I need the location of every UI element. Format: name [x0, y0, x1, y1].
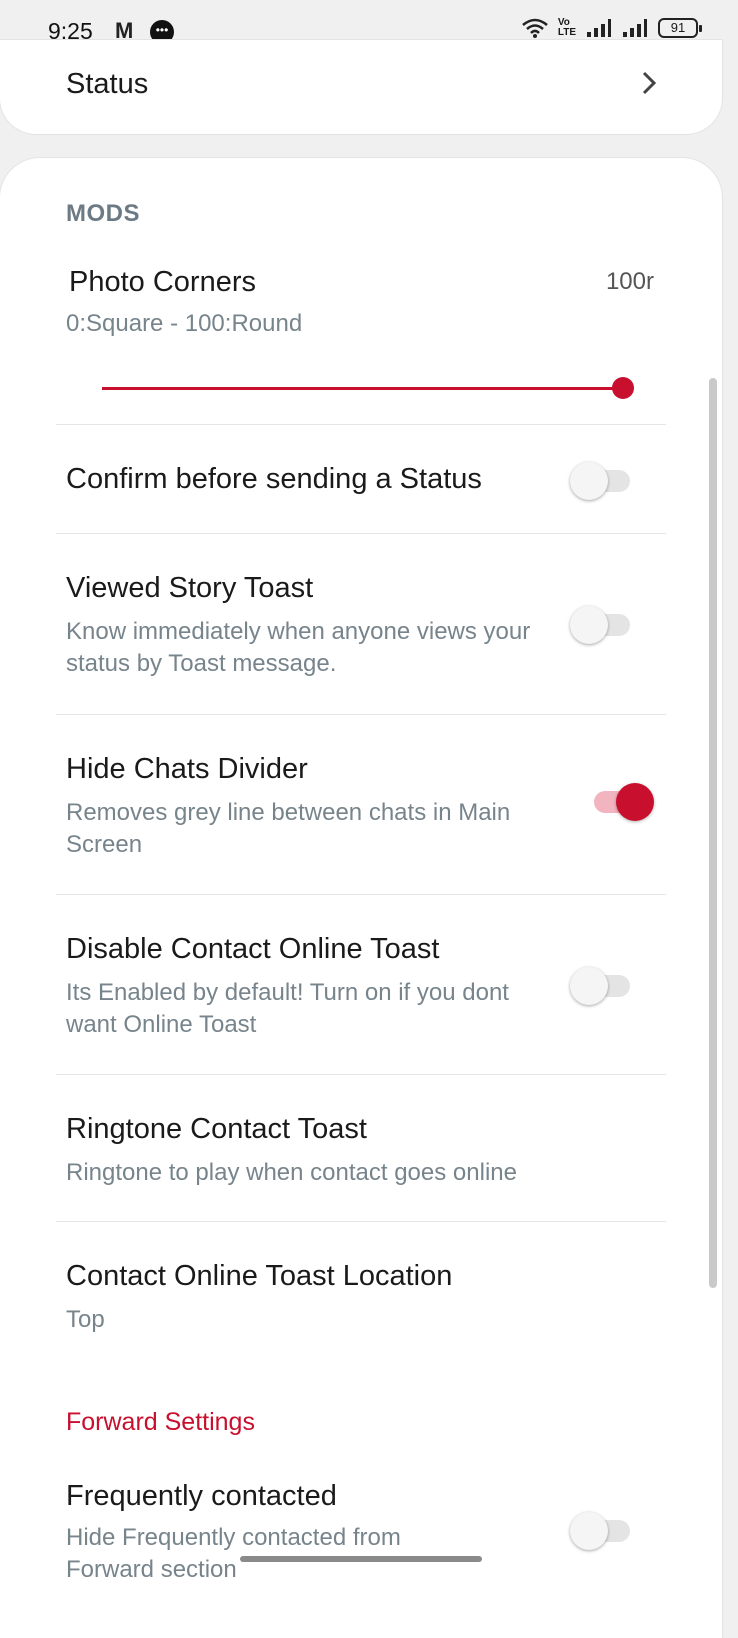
mods-card: MODS Photo Corners 0:Square - 100:Round …	[0, 158, 722, 1638]
contact-online-toast-location-setting[interactable]: Contact Online Toast Location Top	[0, 1222, 722, 1372]
battery-icon: 91	[658, 18, 702, 38]
home-indicator[interactable]	[240, 1556, 482, 1562]
hide-chats-divider-setting[interactable]: Hide Chats Divider Removes grey line bet…	[0, 715, 722, 895]
wifi-icon	[522, 18, 548, 38]
section-title-forward-settings: Forward Settings	[66, 1408, 255, 1436]
viewed-story-toast-subtitle: Know immediately when anyone views your …	[66, 618, 531, 677]
photo-corners-slider-thumb[interactable]	[612, 377, 634, 399]
ringtone-contact-toast-title: Ringtone Contact Toast	[66, 1113, 367, 1145]
status-settings-item[interactable]: Status	[0, 40, 722, 134]
confirm-status-title: Confirm before sending a Status	[66, 463, 482, 495]
viewed-story-toast-setting[interactable]: Viewed Story Toast Know immediately when…	[0, 534, 722, 714]
frequently-contacted-title: Frequently contacted	[66, 1480, 337, 1512]
scrollbar[interactable]	[709, 378, 717, 1288]
disable-contact-online-toast-subtitle: Its Enabled by default! Turn on if you d…	[66, 979, 509, 1038]
ringtone-contact-toast-setting[interactable]: Ringtone Contact Toast Ringtone to play …	[0, 1075, 722, 1221]
photo-corners-title: Photo Corners	[69, 266, 256, 298]
ringtone-contact-toast-subtitle: Ringtone to play when contact goes onlin…	[66, 1159, 517, 1186]
hide-chats-divider-subtitle: Removes grey line between chats in Main …	[66, 799, 511, 858]
disable-contact-online-toast-setting[interactable]: Disable Contact Online Toast Its Enabled…	[0, 895, 722, 1075]
photo-corners-slider-track[interactable]	[102, 387, 624, 390]
signal-icon-1	[587, 19, 611, 37]
confirm-status-setting[interactable]: Confirm before sending a Status	[0, 425, 722, 533]
signal-icon-2	[623, 19, 647, 37]
disable-contact-online-toast-toggle[interactable]	[570, 965, 634, 1005]
photo-corners-subtitle: 0:Square - 100:Round	[66, 310, 303, 337]
photo-corners-value: 100r	[605, 268, 654, 295]
contact-online-toast-location-value: Top	[66, 1306, 105, 1333]
contact-online-toast-location-title: Contact Online Toast Location	[66, 1260, 453, 1292]
frequently-contacted-setting[interactable]: Frequently contacted Hide Frequently con…	[0, 1458, 722, 1598]
volte-icon: Vo LTE	[557, 17, 576, 38]
chevron-right-icon	[642, 71, 657, 95]
disable-contact-online-toast-title: Disable Contact Online Toast	[66, 933, 440, 965]
status-label: Status	[66, 68, 149, 100]
status-icons: Vo LTE 91	[522, 17, 702, 38]
hide-chats-divider-toggle[interactable]	[590, 781, 654, 821]
frequently-contacted-subtitle: Hide Frequently contacted from Forward s…	[66, 1524, 401, 1583]
viewed-story-toast-toggle[interactable]	[570, 604, 634, 644]
photo-corners-setting: Photo Corners 0:Square - 100:Round 100r	[0, 158, 722, 424]
hide-chats-divider-title: Hide Chats Divider	[66, 753, 308, 785]
viewed-story-toast-title: Viewed Story Toast	[66, 572, 314, 604]
frequently-contacted-toggle[interactable]	[570, 1510, 634, 1550]
confirm-status-toggle[interactable]	[570, 460, 634, 500]
